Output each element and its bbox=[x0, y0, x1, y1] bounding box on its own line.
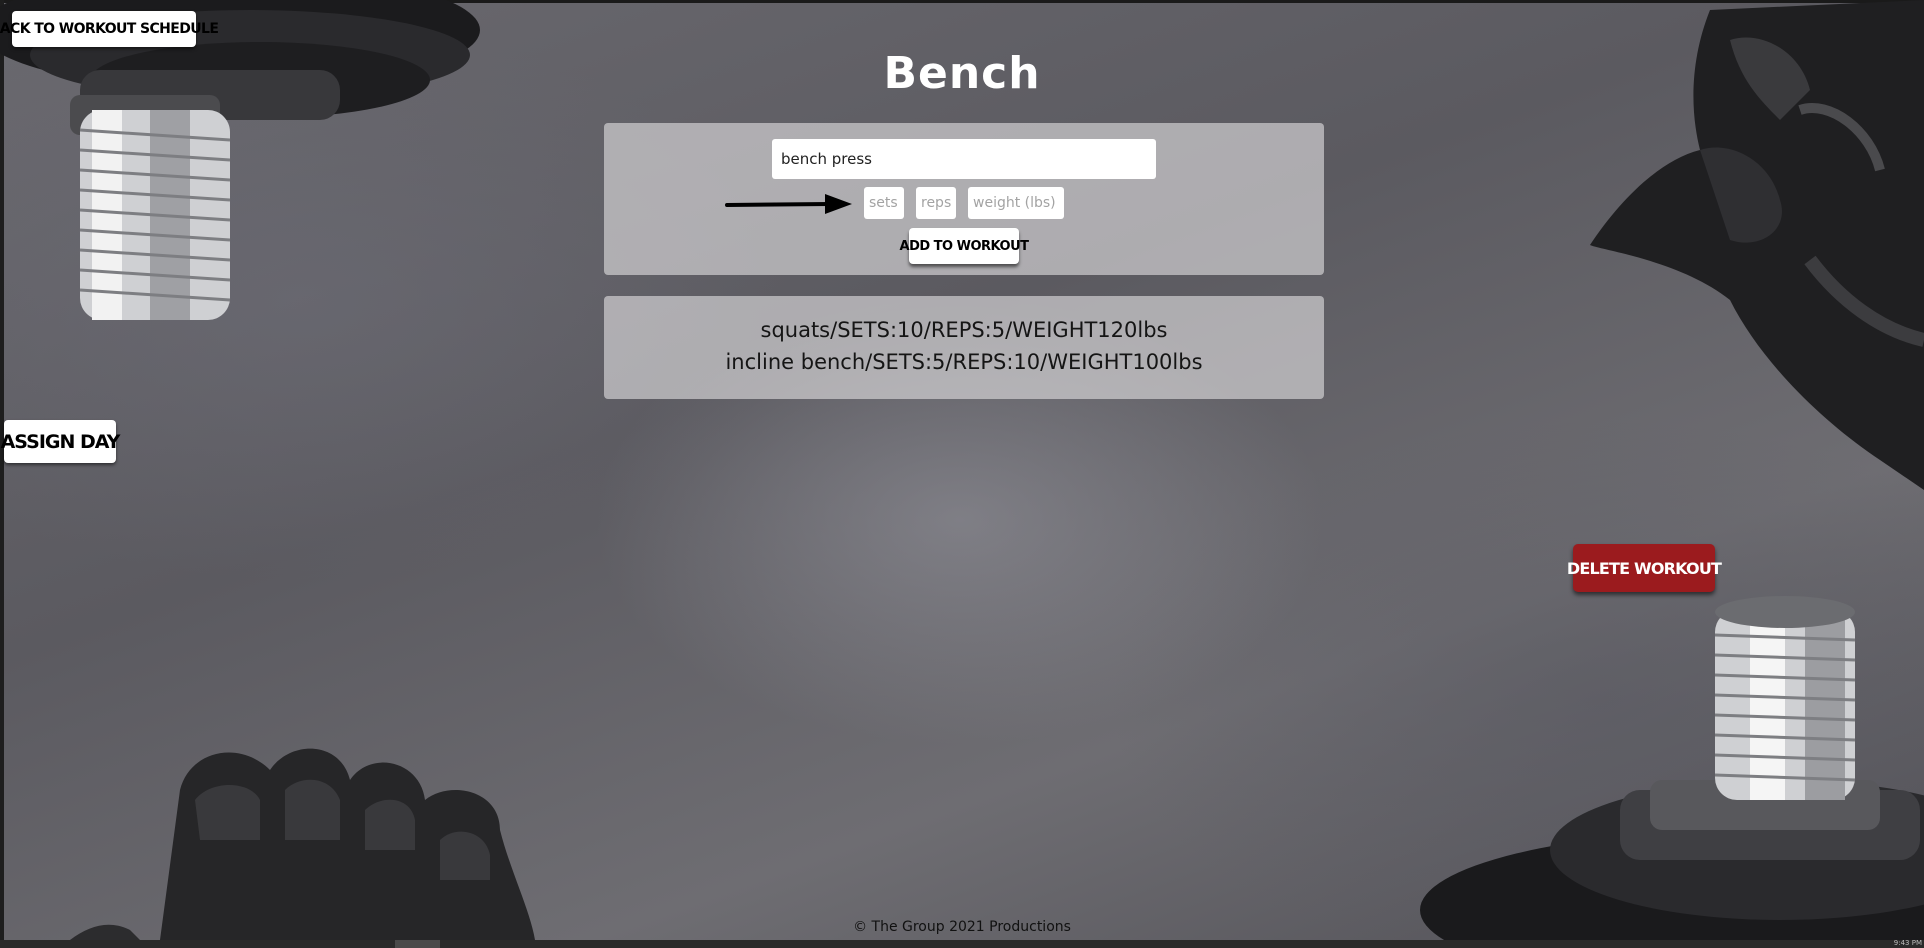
workout-list-panel bbox=[604, 296, 1324, 399]
add-to-workout-button[interactable]: ADD TO WORKOUT bbox=[900, 228, 1029, 264]
delete-workout-button[interactable]: DELETE WORKOUT bbox=[1567, 544, 1722, 592]
page-title: Bench bbox=[883, 48, 1041, 99]
glove-icon bbox=[70, 748, 535, 940]
dumbbell-icon bbox=[1420, 596, 1924, 940]
weight-input[interactable] bbox=[968, 187, 1064, 219]
footer-copyright: © The Group 2021 Productions bbox=[853, 919, 1071, 935]
taskbar bbox=[0, 940, 1924, 948]
taskbar-item[interactable] bbox=[395, 940, 440, 948]
reps-input[interactable] bbox=[916, 187, 956, 219]
assign-day-button[interactable]: ASSIGN DAY bbox=[1, 420, 120, 463]
arrow-right-icon bbox=[725, 194, 852, 214]
taskbar-clock: 9:43 PM bbox=[1893, 939, 1922, 947]
exercise-name-input[interactable] bbox=[772, 139, 1156, 179]
back-to-schedule-button[interactable]: BACK TO WORKOUT SCHEDULE bbox=[0, 11, 219, 47]
list-item: squats/SETS:10/REPS:5/WEIGHT120lbs bbox=[760, 318, 1168, 342]
list-item: incline bench/SETS:5/REPS:10/WEIGHT100lb… bbox=[725, 350, 1203, 374]
sets-input[interactable] bbox=[864, 187, 904, 219]
